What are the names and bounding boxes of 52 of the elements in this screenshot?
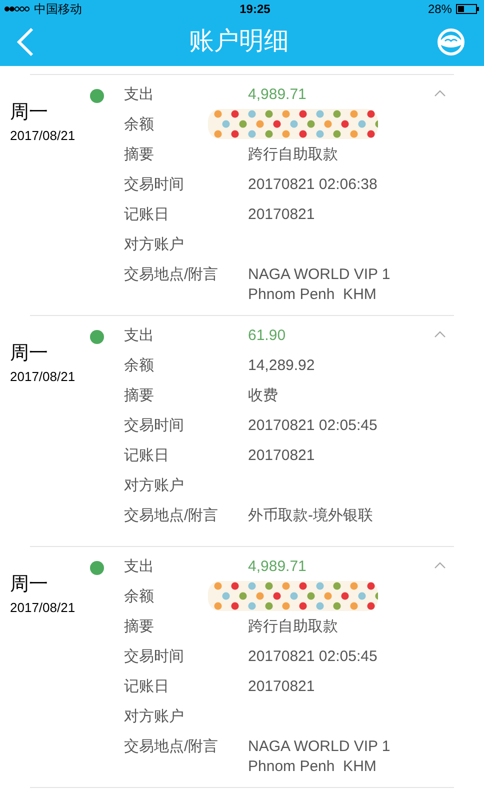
field-value: NAGA WORLD VIP 1 Phnom Penh KHM — [248, 265, 390, 305]
field-label: 对方账户 — [124, 476, 185, 496]
field-label: 记账日 — [124, 677, 170, 697]
field-label: 交易地点/附言 — [124, 506, 220, 526]
collapse-chevron-icon[interactable] — [434, 89, 446, 97]
field-label: 摘要 — [124, 386, 155, 406]
field-label: 摘要 — [124, 617, 155, 637]
field-value: 20170821 02:06:38 — [248, 175, 378, 195]
page-title: 账户明细 — [189, 26, 289, 58]
field-label: 余额 — [124, 115, 155, 135]
carrier-name: 中国移动 — [34, 2, 82, 16]
field-value: 20170821 — [248, 205, 315, 225]
weekday-label: 周一 — [10, 342, 49, 366]
amount-value: 4,989.71 — [248, 557, 306, 577]
field-label: 交易时间 — [124, 416, 185, 436]
field-label: 交易时间 — [124, 647, 185, 667]
field-label: 交易时间 — [124, 175, 185, 195]
date-label: 2017/08/21 — [10, 127, 76, 145]
collapse-chevron-icon[interactable] — [434, 330, 446, 338]
date-label: 2017/08/21 — [10, 368, 76, 386]
field-value: 20170821 — [248, 446, 315, 466]
field-value: 20170821 02:05:45 — [248, 647, 378, 667]
collapse-chevron-icon[interactable] — [434, 561, 446, 569]
amount-value: 61.90 — [248, 326, 286, 346]
field-value: NAGA WORLD VIP 1 Phnom Penh KHM — [248, 737, 390, 777]
field-value: 外币取款-境外银联 — [248, 506, 373, 526]
field-label: 对方账户 — [124, 707, 185, 727]
clock-time: 19:25 — [240, 2, 270, 16]
field-label: 余额 — [124, 587, 155, 607]
field-value: 收费 — [248, 386, 278, 406]
field-label: 记账日 — [124, 205, 170, 225]
field-value: 跨行自助取款 — [248, 617, 338, 637]
field-value: 20170821 02:05:45 — [248, 416, 378, 436]
field-label: 记账日 — [124, 446, 170, 466]
field-label: 交易地点/附言 — [124, 737, 220, 757]
field-label: 交易地点/附言 — [124, 265, 220, 285]
field-value: 20170821 — [248, 677, 315, 697]
weekday-label: 周一 — [10, 573, 49, 597]
field-value: 跨行自助取款 — [248, 145, 338, 165]
field-label: 对方账户 — [124, 235, 185, 255]
battery-percent: 28% — [428, 2, 452, 16]
field-label: 余额 — [124, 356, 155, 376]
field-label: 支出 — [124, 326, 155, 346]
field-label: 摘要 — [124, 145, 155, 165]
field-value: 14,289.92 — [248, 356, 315, 376]
signal-icon — [4, 6, 30, 12]
weekday-label: 周一 — [10, 101, 49, 125]
date-label: 2017/08/21 — [10, 599, 76, 617]
amount-value: 4,989.71 — [248, 85, 306, 105]
field-label: 支出 — [124, 557, 155, 577]
field-label: 支出 — [124, 85, 155, 105]
battery-icon — [456, 4, 480, 14]
